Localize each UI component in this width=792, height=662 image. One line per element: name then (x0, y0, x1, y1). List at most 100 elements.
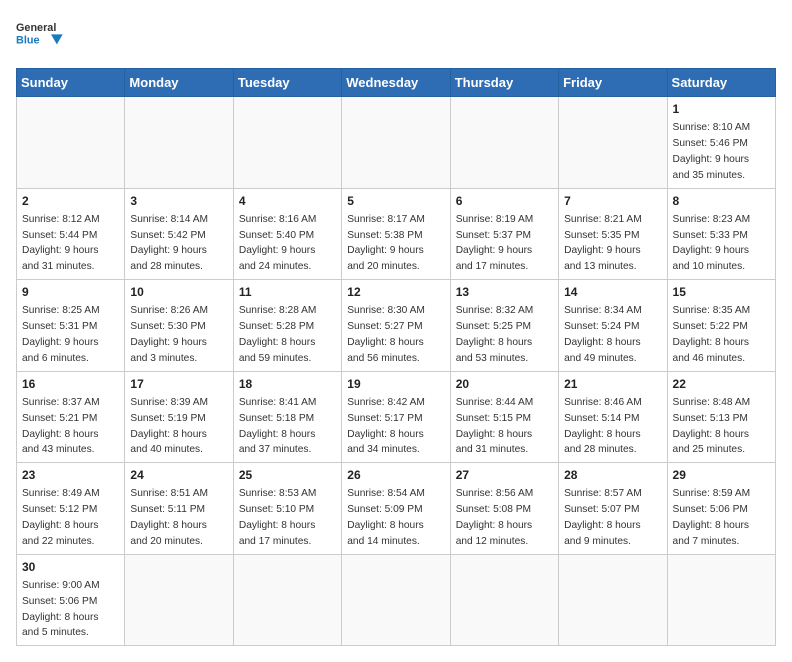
day-info: Sunrise: 8:17 AMSunset: 5:38 PMDaylight:… (347, 214, 425, 272)
day-number: 1 (673, 101, 770, 118)
day-number: 5 (347, 193, 444, 210)
calendar-cell: 14Sunrise: 8:34 AMSunset: 5:24 PMDayligh… (559, 280, 667, 372)
calendar-cell: 4 Sunrise: 8:16 AMSunset: 5:40 PMDaylight… (233, 188, 341, 280)
day-info: Sunrise: 8:19 AMSunset: 5:37 PMDaylight:… (456, 214, 534, 272)
calendar-cell (450, 97, 558, 189)
day-info: Sunrise: 8:28 AMSunset: 5:28 PMDaylight:… (239, 305, 317, 363)
day-info: Sunrise: 8:53 AMSunset: 5:10 PMDaylight:… (239, 488, 317, 546)
calendar-cell (559, 554, 667, 646)
day-number: 9 (22, 284, 119, 301)
day-number: 4 (239, 193, 336, 210)
day-number: 21 (564, 376, 661, 393)
calendar-cell (233, 97, 341, 189)
day-number: 8 (673, 193, 770, 210)
day-info: Sunrise: 8:54 AMSunset: 5:09 PMDaylight:… (347, 488, 425, 546)
day-info: Sunrise: 9:00 AMSunset: 5:06 PMDaylight:… (22, 580, 100, 638)
calendar-cell: 6 Sunrise: 8:19 AMSunset: 5:37 PMDaylight… (450, 188, 558, 280)
calendar-cell: 27Sunrise: 8:56 AMSunset: 5:08 PMDayligh… (450, 463, 558, 555)
day-number: 26 (347, 467, 444, 484)
weekday-header-sunday: Sunday (17, 69, 125, 97)
calendar-cell: 13Sunrise: 8:32 AMSunset: 5:25 PMDayligh… (450, 280, 558, 372)
calendar-cell (667, 554, 775, 646)
calendar-week-5: 23Sunrise: 8:49 AMSunset: 5:12 PMDayligh… (17, 463, 776, 555)
calendar-week-1: 1 Sunrise: 8:10 AMSunset: 5:46 PMDaylight… (17, 97, 776, 189)
calendar-cell: 25 Sunrise: 8:53 AMSunset: 5:10 PMDayligh… (233, 463, 341, 555)
header: General Blue (16, 16, 776, 56)
weekday-header-saturday: Saturday (667, 69, 775, 97)
day-info: Sunrise: 8:59 AMSunset: 5:06 PMDaylight:… (673, 488, 751, 546)
calendar-cell: 3Sunrise: 8:14 AMSunset: 5:42 PMDaylight… (125, 188, 233, 280)
day-number: 11 (239, 284, 336, 301)
calendar-cell: 26 Sunrise: 8:54 AMSunset: 5:09 PMDayligh… (342, 463, 450, 555)
day-info: Sunrise: 8:56 AMSunset: 5:08 PMDaylight:… (456, 488, 534, 546)
calendar-cell: 20Sunrise: 8:44 AMSunset: 5:15 PMDayligh… (450, 371, 558, 463)
weekday-header-thursday: Thursday (450, 69, 558, 97)
day-info: Sunrise: 8:41 AMSunset: 5:18 PMDaylight:… (239, 397, 317, 455)
day-number: 13 (456, 284, 553, 301)
calendar-cell: 11 Sunrise: 8:28 AMSunset: 5:28 PMDayligh… (233, 280, 341, 372)
day-info: Sunrise: 8:46 AMSunset: 5:14 PMDaylight:… (564, 397, 642, 455)
logo: General Blue (16, 16, 66, 56)
calendar-cell: 16 Sunrise: 8:37 AMSunset: 5:21 PMDayligh… (17, 371, 125, 463)
day-info: Sunrise: 8:34 AMSunset: 5:24 PMDaylight:… (564, 305, 642, 363)
calendar-cell: 21 Sunrise: 8:46 AMSunset: 5:14 PMDayligh… (559, 371, 667, 463)
calendar-cell (342, 97, 450, 189)
logo-icon: General Blue (16, 16, 66, 56)
day-number: 25 (239, 467, 336, 484)
day-info: Sunrise: 8:49 AMSunset: 5:12 PMDaylight:… (22, 488, 100, 546)
day-info: Sunrise: 8:51 AMSunset: 5:11 PMDaylight:… (130, 488, 208, 546)
calendar-cell (559, 97, 667, 189)
day-number: 29 (673, 467, 770, 484)
day-number: 16 (22, 376, 119, 393)
calendar-week-2: 2 Sunrise: 8:12 AMSunset: 5:44 PMDaylight… (17, 188, 776, 280)
day-info: Sunrise: 8:14 AMSunset: 5:42 PMDaylight:… (130, 214, 208, 272)
calendar-cell: 28 Sunrise: 8:57 AMSunset: 5:07 PMDayligh… (559, 463, 667, 555)
day-number: 10 (130, 284, 227, 301)
calendar-cell: 15 Sunrise: 8:35 AMSunset: 5:22 PMDayligh… (667, 280, 775, 372)
calendar-cell (125, 554, 233, 646)
day-info: Sunrise: 8:12 AMSunset: 5:44 PMDaylight:… (22, 214, 100, 272)
day-number: 6 (456, 193, 553, 210)
calendar-cell: 24Sunrise: 8:51 AMSunset: 5:11 PMDayligh… (125, 463, 233, 555)
day-info: Sunrise: 8:48 AMSunset: 5:13 PMDaylight:… (673, 397, 751, 455)
weekday-header-monday: Monday (125, 69, 233, 97)
day-info: Sunrise: 8:30 AMSunset: 5:27 PMDaylight:… (347, 305, 425, 363)
day-number: 2 (22, 193, 119, 210)
day-info: Sunrise: 8:39 AMSunset: 5:19 PMDaylight:… (130, 397, 208, 455)
calendar-cell: 17 Sunrise: 8:39 AMSunset: 5:19 PMDayligh… (125, 371, 233, 463)
day-number: 17 (130, 376, 227, 393)
day-info: Sunrise: 8:37 AMSunset: 5:21 PMDaylight:… (22, 397, 100, 455)
day-number: 28 (564, 467, 661, 484)
weekday-header-wednesday: Wednesday (342, 69, 450, 97)
calendar-cell: 10Sunrise: 8:26 AMSunset: 5:30 PMDayligh… (125, 280, 233, 372)
day-number: 22 (673, 376, 770, 393)
day-number: 15 (673, 284, 770, 301)
calendar-table: SundayMondayTuesdayWednesdayThursdayFrid… (16, 68, 776, 646)
day-number: 20 (456, 376, 553, 393)
day-info: Sunrise: 8:16 AMSunset: 5:40 PMDaylight:… (239, 214, 317, 272)
calendar-cell: 8 Sunrise: 8:23 AMSunset: 5:33 PMDaylight… (667, 188, 775, 280)
calendar-cell: 5 Sunrise: 8:17 AMSunset: 5:38 PMDaylight… (342, 188, 450, 280)
calendar-cell: 2 Sunrise: 8:12 AMSunset: 5:44 PMDaylight… (17, 188, 125, 280)
calendar-cell: 29 Sunrise: 8:59 AMSunset: 5:06 PMDayligh… (667, 463, 775, 555)
day-info: Sunrise: 8:57 AMSunset: 5:07 PMDaylight:… (564, 488, 642, 546)
calendar-cell: 9Sunrise: 8:25 AMSunset: 5:31 PMDaylight… (17, 280, 125, 372)
day-number: 18 (239, 376, 336, 393)
calendar-cell: 1 Sunrise: 8:10 AMSunset: 5:46 PMDaylight… (667, 97, 775, 189)
calendar-cell: 23Sunrise: 8:49 AMSunset: 5:12 PMDayligh… (17, 463, 125, 555)
day-info: Sunrise: 8:10 AMSunset: 5:46 PMDaylight:… (673, 122, 751, 180)
calendar-cell: 30 Sunrise: 9:00 AMSunset: 5:06 PMDayligh… (17, 554, 125, 646)
calendar-week-4: 16 Sunrise: 8:37 AMSunset: 5:21 PMDayligh… (17, 371, 776, 463)
day-number: 19 (347, 376, 444, 393)
calendar-cell: 7Sunrise: 8:21 AMSunset: 5:35 PMDaylight… (559, 188, 667, 280)
calendar-cell (233, 554, 341, 646)
calendar-cell: 22 Sunrise: 8:48 AMSunset: 5:13 PMDayligh… (667, 371, 775, 463)
day-number: 30 (22, 559, 119, 576)
calendar-cell (125, 97, 233, 189)
calendar-cell: 18 Sunrise: 8:41 AMSunset: 5:18 PMDayligh… (233, 371, 341, 463)
day-info: Sunrise: 8:35 AMSunset: 5:22 PMDaylight:… (673, 305, 751, 363)
day-info: Sunrise: 8:23 AMSunset: 5:33 PMDaylight:… (673, 214, 751, 272)
weekday-header-friday: Friday (559, 69, 667, 97)
calendar-cell (450, 554, 558, 646)
day-number: 7 (564, 193, 661, 210)
